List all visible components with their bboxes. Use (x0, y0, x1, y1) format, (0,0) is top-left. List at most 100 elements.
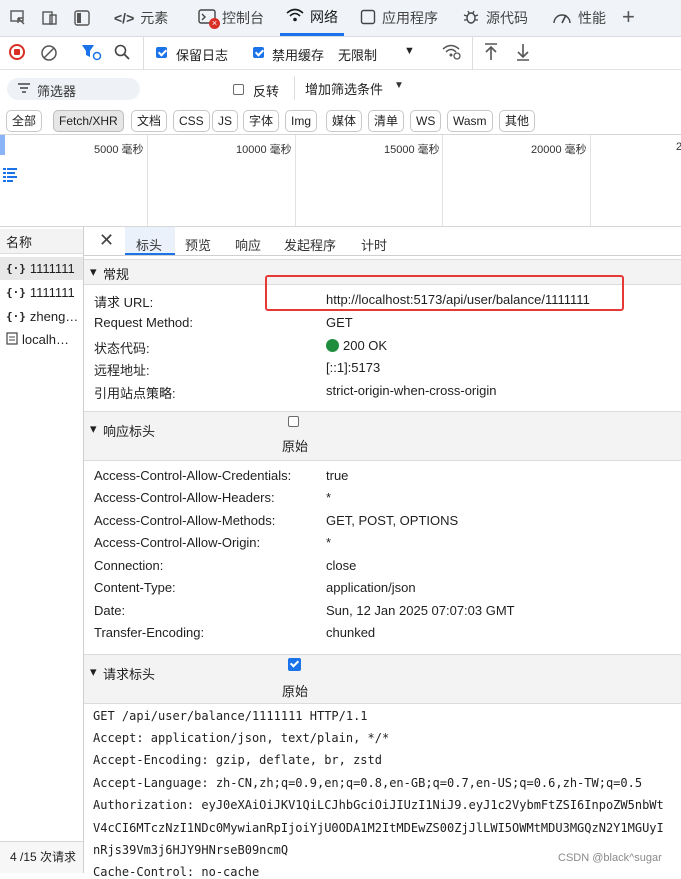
type-font[interactable]: 字体 (243, 110, 280, 132)
timeline-gridline (590, 135, 591, 226)
xhr-icon: {·} (6, 262, 26, 275)
type-manifest[interactable]: 清单 (368, 110, 405, 132)
record-stop-icon[interactable] (9, 44, 25, 60)
raw-header-line: nRjs39Vm3j6HJY9HNrseB09ncmQ (93, 843, 289, 857)
chevron-down-icon[interactable]: ▼ (404, 45, 415, 57)
network-overview-timeline[interactable]: 5000 毫秒 10000 毫秒 15000 毫秒 20000 毫秒 2 (0, 135, 681, 227)
header-value: * (326, 535, 332, 550)
type-all[interactable]: 全部 (6, 110, 43, 132)
filter-icon (17, 81, 31, 98)
type-ws[interactable]: WS (410, 110, 442, 132)
type-wasm[interactable]: Wasm (447, 110, 493, 132)
header-name: Request Method: (94, 315, 194, 330)
clear-icon[interactable] (40, 44, 58, 65)
header-name: Access-Control-Allow-Methods: (94, 513, 276, 528)
header-value: [::1]:5173 (326, 360, 381, 375)
tab-application[interactable]: 应用程序 (360, 0, 438, 36)
app-icon (360, 9, 376, 28)
disable-cache-checkbox[interactable] (253, 46, 264, 61)
type-doc[interactable]: 文档 (131, 110, 168, 132)
timeline-tick: 5000 毫秒 (94, 144, 144, 156)
dock-side-icon[interactable] (72, 8, 92, 28)
filter-settings-icon[interactable] (80, 42, 102, 65)
timeline-selection-handle[interactable] (0, 135, 5, 155)
raw-checkbox[interactable] (288, 658, 301, 674)
throttling-select[interactable]: 无限制 (338, 45, 377, 64)
gauge-icon (552, 9, 572, 28)
filter-input[interactable]: 筛选器 (7, 78, 140, 100)
code-brackets-icon: </> (114, 10, 135, 26)
header-value: close (326, 558, 357, 573)
header-name: 请求 URL: (94, 295, 154, 310)
raw-header-line: Cache-Control: no-cache (93, 865, 260, 879)
type-css[interactable]: CSS (173, 110, 210, 132)
raw-header-line: V4cCI6MTczNzI1NDc0MywianRpIjoiYjU0ODA1M2… (93, 821, 664, 835)
more-filters-button[interactable]: 增加筛选条件 (305, 79, 383, 98)
details-tab-bar: ✕ 标头 预览 响应 发起程序 计时 (84, 227, 681, 256)
header-value: chunked (326, 625, 376, 640)
header-name: 状态代码: (94, 341, 150, 356)
header-name: 远程地址: (94, 363, 150, 378)
raw-checkbox[interactable] (288, 415, 299, 430)
timeline-gridline (295, 135, 296, 226)
network-toolbar: 保留日志 禁用缓存 无限制 ▼ (0, 37, 681, 70)
triangle-down-icon: ▾ (90, 664, 97, 679)
tab-sources[interactable]: 源代码 (462, 0, 528, 36)
type-img[interactable]: Img (285, 110, 318, 132)
header-value: * (326, 490, 332, 505)
response-headers-section-header[interactable]: ▾ 响应标头 原始 (84, 411, 681, 461)
header-name: Connection: (94, 558, 164, 573)
import-har-icon[interactable] (483, 42, 499, 65)
type-media[interactable]: 媒体 (326, 110, 363, 132)
raw-label: 原始 (282, 439, 309, 454)
request-list: 名称 {·} 1111111 {·} 1111111 {·} zheng… lo… (0, 227, 84, 873)
network-conditions-icon[interactable] (442, 43, 462, 64)
preserve-log-checkbox[interactable] (156, 46, 167, 61)
header-value: true (326, 468, 349, 483)
tab-performance[interactable]: 性能 (552, 0, 606, 36)
search-icon[interactable] (113, 43, 131, 64)
header-name: Date: (94, 603, 126, 618)
tab-timing[interactable]: 计时 (361, 235, 387, 254)
request-bars-icon (3, 167, 19, 186)
request-row[interactable]: {·} 1111111 (0, 281, 83, 304)
request-row[interactable]: localh… (0, 328, 83, 351)
raw-header-line: Authorization: eyJ0eXAiOiJKV1QiLCJhbGciO… (93, 798, 664, 812)
tab-initiator[interactable]: 发起程序 (284, 235, 336, 254)
request-row[interactable]: {·} zheng… (0, 305, 83, 328)
raw-header-line: Accept-Encoding: gzip, deflate, br, zstd (93, 753, 382, 767)
header-name: Access-Control-Allow-Headers: (94, 490, 275, 505)
chevron-down-icon[interactable]: ▼ (394, 80, 404, 91)
tab-response[interactable]: 响应 (235, 235, 261, 254)
raw-header-line: Accept-Language: zh-CN,zh;q=0.9,en;q=0.8… (93, 776, 643, 790)
disable-cache-label: 禁用缓存 (272, 48, 325, 63)
request-headers-section-header[interactable]: ▾ 请求标头 原始 (84, 654, 681, 704)
toolbar-divider (472, 37, 473, 69)
toolbar-divider (143, 37, 144, 69)
tab-console[interactable]: × 控制台 (198, 0, 264, 36)
filter-placeholder: 筛选器 (37, 84, 77, 99)
status-code-value: 200 OK (326, 338, 387, 353)
device-toolbar-icon[interactable] (40, 8, 60, 28)
resource-type-filters: 全部 Fetch/XHR 文档 CSS JS 字体 Img 媒体 清单 WS W… (0, 106, 681, 135)
export-har-icon[interactable] (515, 42, 531, 65)
type-other[interactable]: 其他 (499, 110, 536, 132)
header-name: 引用站点策略: (94, 386, 176, 401)
name-column-header[interactable]: 名称 (0, 229, 83, 254)
close-icon[interactable]: ✕ (99, 230, 114, 251)
status-ok-dot-icon (326, 339, 339, 352)
tab-preview[interactable]: 预览 (185, 235, 211, 254)
type-js[interactable]: JS (212, 110, 239, 132)
inspect-element-icon[interactable] (8, 8, 28, 28)
invert-checkbox[interactable] (233, 83, 244, 98)
type-fetch-xhr[interactable]: Fetch/XHR (53, 110, 124, 132)
request-row[interactable]: {·} 1111111 (0, 257, 83, 280)
header-name: Access-Control-Allow-Credentials: (94, 468, 292, 483)
tab-network[interactable]: 网络 (280, 0, 344, 36)
raw-header-line: GET /api/user/balance/1111111 HTTP/1.1 (93, 709, 368, 723)
header-value: Sun, 12 Jan 2025 07:07:03 GMT (326, 603, 515, 618)
tab-elements[interactable]: </> 元素 (114, 0, 168, 36)
header-value: GET, POST, OPTIONS (326, 513, 459, 528)
request-count-status: 4 /15 次请求 (0, 841, 83, 873)
add-tab-icon[interactable]: + (622, 4, 635, 30)
